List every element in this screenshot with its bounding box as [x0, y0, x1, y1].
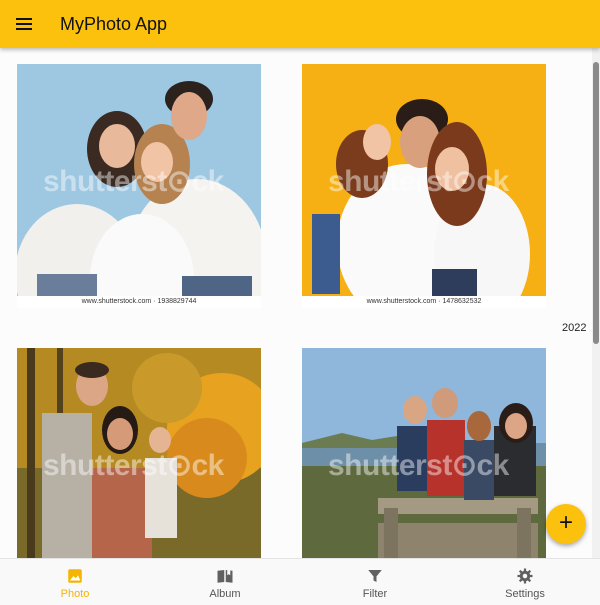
photo-card[interactable]: shutterst⊙ck — [17, 348, 261, 558]
photo-watermark: shutterst⊙ck — [328, 449, 509, 482]
nav-label-photo: Photo — [60, 588, 90, 600]
photo-watermark: shutterst⊙ck — [328, 165, 509, 198]
nav-item-filter[interactable]: Filter — [300, 559, 450, 605]
nav-label-album: Album — [209, 588, 241, 600]
bottom-navigation: Photo Album Filter Settings — [0, 558, 600, 605]
add-photo-button[interactable]: + — [546, 504, 586, 544]
photo-image: shutterst⊙ck — [17, 64, 261, 296]
photo-grid: shutterst⊙ck www.shutterstock.com · 1938… — [0, 48, 592, 558]
plus-icon: + — [558, 509, 573, 536]
app-bar: MyPhoto App — [0, 0, 600, 48]
nav-item-album[interactable]: Album — [150, 559, 300, 605]
nav-item-settings[interactable]: Settings — [450, 559, 600, 605]
photo-caption: www.shutterstock.com · 1478632532 — [302, 296, 546, 308]
album-icon — [217, 570, 233, 583]
photo-image: shutterst⊙ck — [302, 348, 546, 558]
menu-icon — [16, 18, 32, 30]
nav-item-photo[interactable]: Photo — [0, 559, 150, 605]
photo-caption: www.shutterstock.com · 1938829744 — [17, 296, 261, 308]
menu-button[interactable] — [0, 0, 48, 48]
nav-label-settings: Settings — [505, 588, 545, 600]
photo-card[interactable]: shutterst⊙ck www.shutterstock.com · 1938… — [17, 64, 261, 308]
photo-image: shutterst⊙ck — [302, 64, 546, 296]
scrollbar[interactable] — [592, 48, 600, 558]
photo-card[interactable]: shutterst⊙ck — [302, 348, 546, 558]
photo-icon — [68, 569, 82, 583]
gear-icon — [517, 568, 533, 584]
nav-label-filter: Filter — [362, 588, 388, 600]
photo-watermark: shutterst⊙ck — [43, 449, 224, 482]
photo-image: shutterst⊙ck — [17, 348, 261, 558]
photo-watermark: shutterst⊙ck — [43, 165, 224, 198]
app-title: MyPhoto App — [60, 13, 168, 34]
filter-icon — [368, 570, 382, 582]
scrollbar-thumb[interactable] — [593, 62, 599, 344]
group-year-label: 2022 — [562, 322, 587, 334]
photo-card[interactable]: shutterst⊙ck www.shutterstock.com · 1478… — [302, 64, 546, 308]
